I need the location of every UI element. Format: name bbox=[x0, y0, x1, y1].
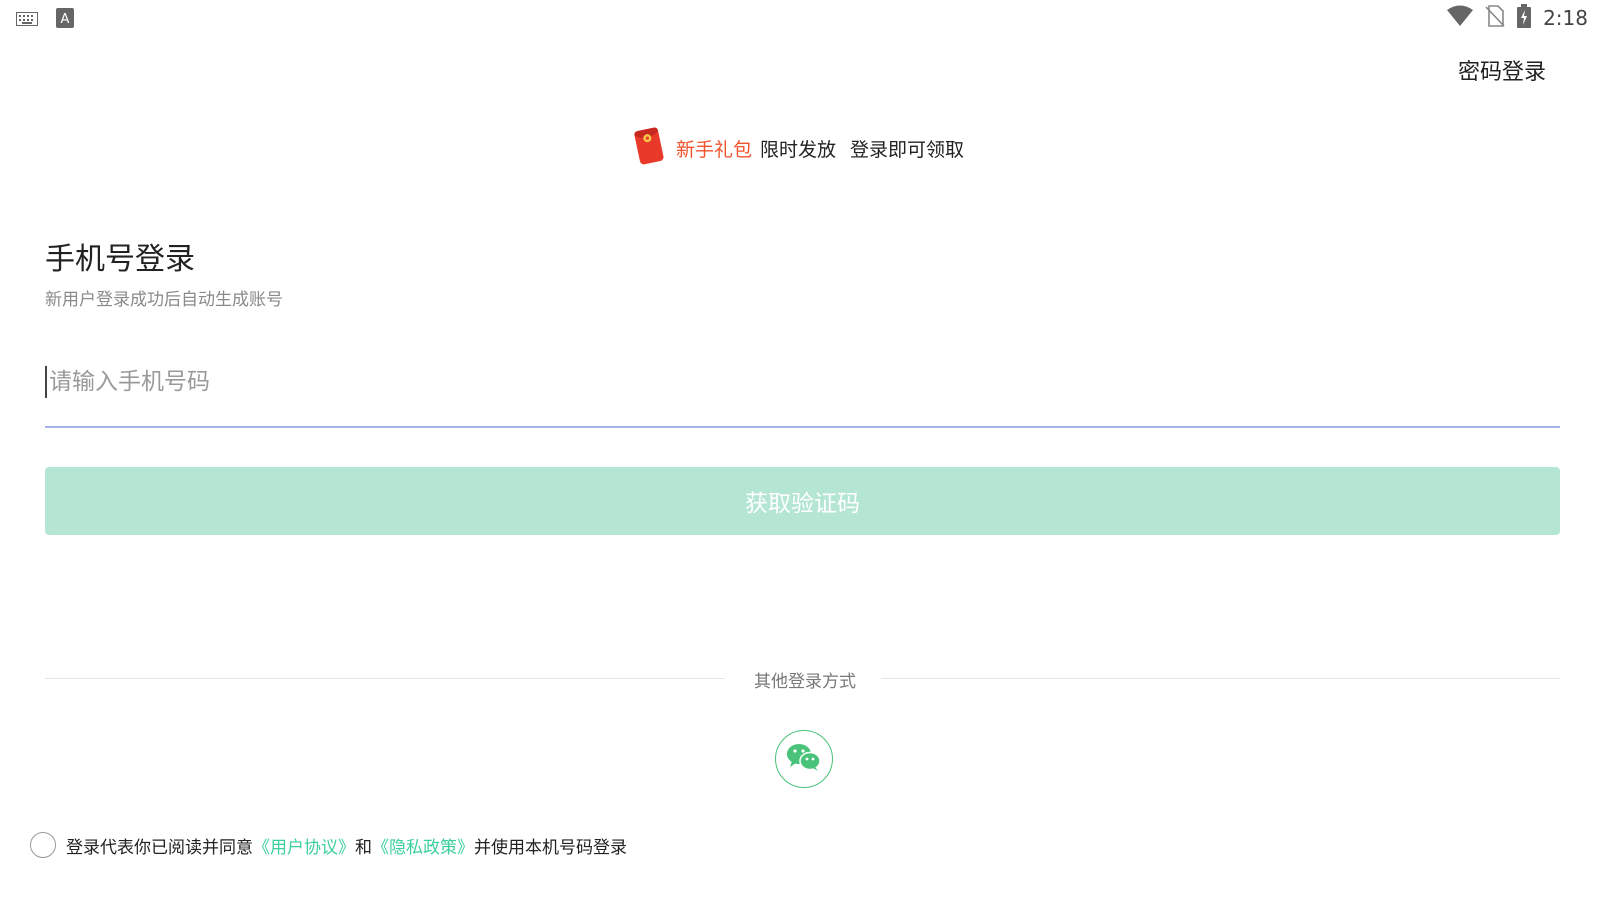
status-bar-right: 2:18 bbox=[1447, 4, 1588, 32]
page-title: 手机号登录 bbox=[45, 242, 195, 277]
get-code-button[interactable]: 获取验证码 bbox=[45, 467, 1560, 535]
red-envelope-icon bbox=[632, 126, 666, 170]
password-login-button[interactable]: 密码登录 bbox=[1458, 54, 1546, 86]
agreement-prefix: 登录代表你已阅读并同意 bbox=[66, 837, 253, 858]
promo-text-1: 限时发放 bbox=[760, 138, 837, 161]
promo-text-2: 登录即可领取 bbox=[850, 138, 965, 161]
other-login-label: 其他登录方式 bbox=[754, 672, 856, 692]
input-method-letter: A bbox=[61, 12, 70, 27]
other-login-row: 其他登录方式 bbox=[45, 667, 1560, 692]
agreement-suffix: 并使用本机号码登录 bbox=[474, 837, 627, 858]
privacy-policy-link[interactable]: 《隐私政策》 bbox=[372, 833, 474, 858]
promo-banner: 新手礼包 限时发放 登录即可领取 bbox=[632, 126, 964, 170]
user-agreement-link[interactable]: 《用户协议》 bbox=[253, 833, 355, 858]
agreement-and: 和 bbox=[355, 837, 372, 858]
phone-input[interactable] bbox=[45, 366, 1560, 398]
divider-right bbox=[881, 678, 1560, 679]
agreement-checkbox[interactable] bbox=[30, 832, 56, 858]
wifi-icon bbox=[1447, 5, 1474, 31]
page-subtitle: 新用户登录成功后自动生成账号 bbox=[45, 290, 283, 310]
status-bar: A 2:18 bbox=[0, 0, 1600, 36]
status-time: 2:18 bbox=[1543, 6, 1588, 30]
no-sim-icon bbox=[1485, 5, 1505, 31]
input-method-icon: A bbox=[56, 8, 74, 32]
phone-input-container bbox=[45, 356, 1560, 428]
wechat-icon bbox=[786, 742, 822, 776]
wechat-login-button[interactable] bbox=[775, 730, 833, 788]
status-bar-left: A bbox=[16, 8, 74, 32]
promo-highlight: 新手礼包 bbox=[676, 138, 753, 161]
divider-left bbox=[45, 678, 725, 679]
keyboard-icon bbox=[16, 11, 38, 30]
battery-charging-icon bbox=[1517, 4, 1532, 32]
agreement-row: 登录代表你已阅读并同意 《用户协议》 和 《隐私政策》 并使用本机号码登录 bbox=[30, 832, 627, 858]
